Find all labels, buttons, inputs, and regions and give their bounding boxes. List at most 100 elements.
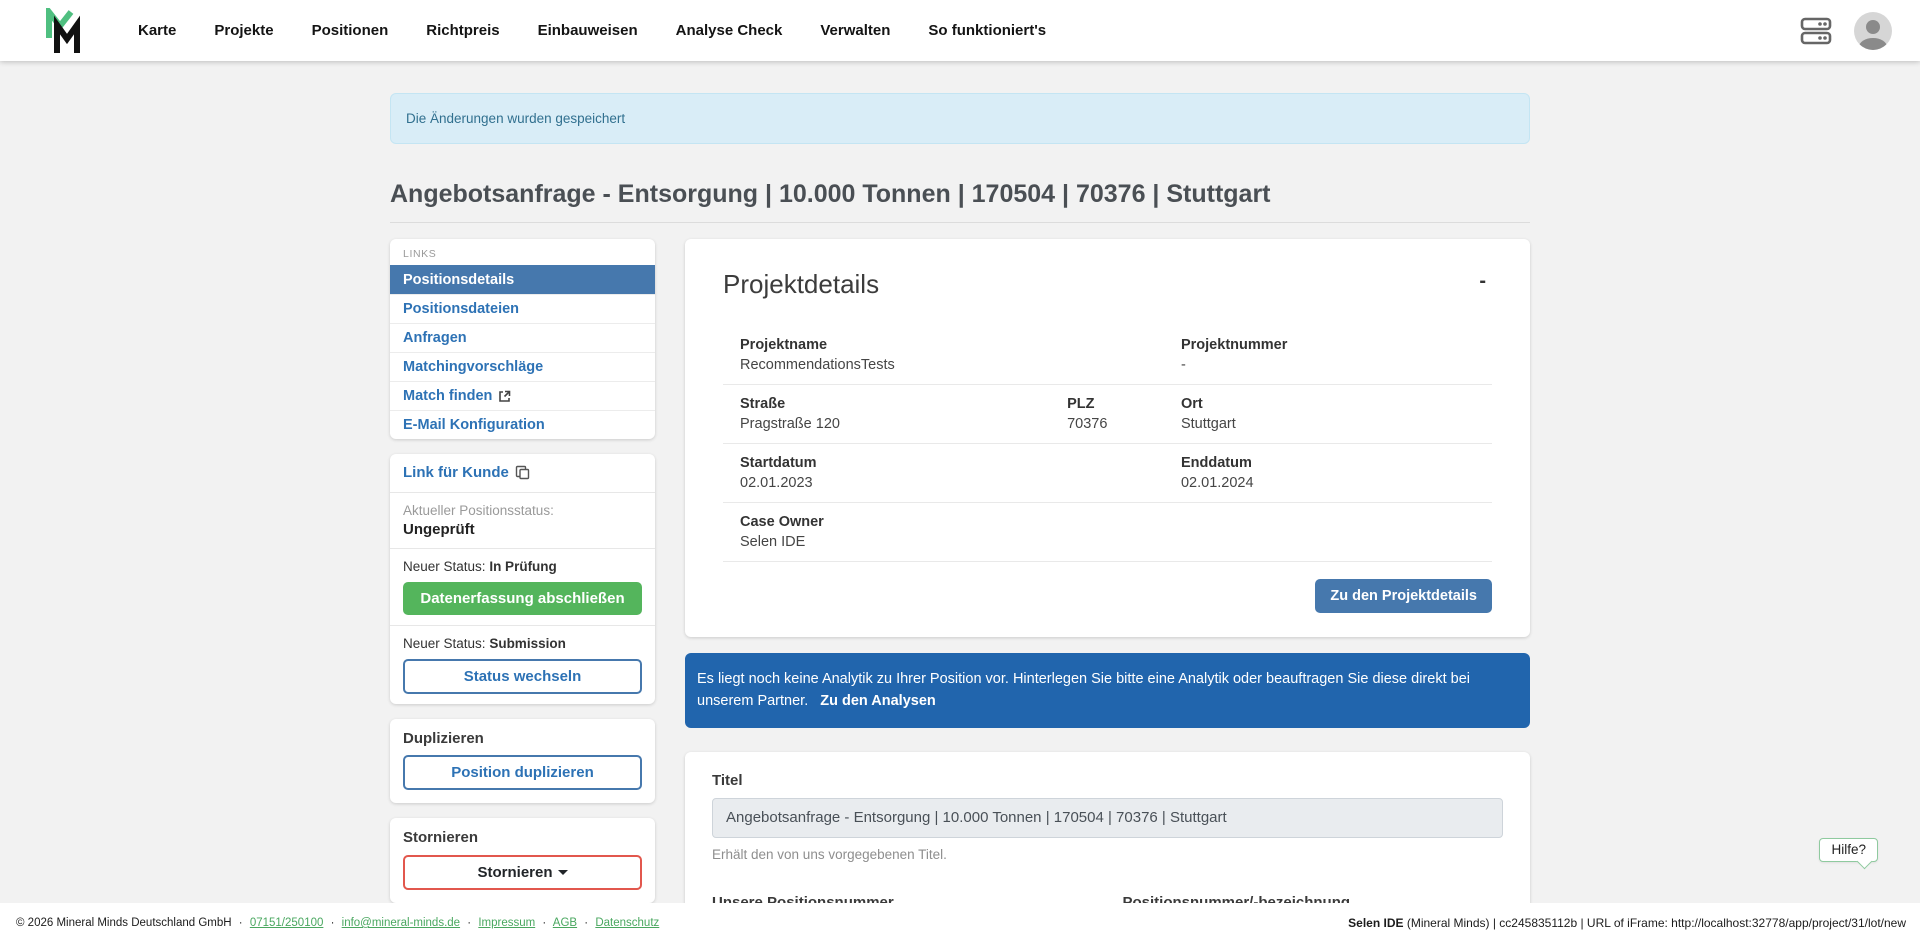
topbar: Karte Projekte Positionen Richtpreis Ein…: [0, 0, 1920, 61]
nav-item-verwalten[interactable]: Verwalten: [820, 22, 890, 39]
field-label: Startdatum: [740, 455, 1181, 471]
switch-status-button[interactable]: Status wechseln: [403, 659, 642, 694]
nav-item-analyse-check[interactable]: Analyse Check: [676, 22, 783, 39]
sidebar-item-positionsdetails[interactable]: Positionsdetails: [390, 265, 655, 294]
footer-separator: ·: [542, 917, 546, 929]
sidebar-item-label: Matchingvorschläge: [403, 359, 543, 375]
sidebar-item-anfragen[interactable]: Anfragen: [390, 323, 655, 352]
project-details-table: Projektname RecommendationsTests Projekt…: [723, 326, 1492, 562]
cancel-card: Stornieren Stornieren: [390, 818, 655, 903]
field-value: 02.01.2024: [1181, 475, 1475, 491]
topbar-right: [1800, 12, 1892, 50]
new-status-line-1: Neuer Status: In Prüfung: [403, 559, 642, 574]
external-link-icon: [498, 390, 511, 403]
nav-item-so-funktionierts[interactable]: So funktioniert's: [928, 22, 1046, 39]
server-icon[interactable]: [1800, 17, 1832, 45]
project-details-card: Projektdetails - Projektname Recommendat…: [685, 239, 1530, 637]
session-user: Selen IDE: [1348, 916, 1403, 930]
titel-field-group: Titel Erhält den von uns vorgegebenen Ti…: [712, 772, 1503, 862]
duplicate-position-button[interactable]: Position duplizieren: [403, 755, 642, 790]
caret-down-icon: [558, 870, 568, 875]
sidebar-item-email-konfiguration[interactable]: E-Mail Konfiguration: [390, 410, 655, 439]
help-button[interactable]: Hilfe?: [1819, 838, 1878, 862]
cancel-dropdown-button[interactable]: Stornieren: [403, 855, 642, 890]
field-value: Stuttgart: [1181, 416, 1475, 432]
main-content: Projektdetails - Projektname Recommendat…: [685, 239, 1530, 943]
current-status-value: Ungeprüft: [403, 521, 642, 538]
links-card: LINKS Positionsdetails Positionsdateien …: [390, 239, 655, 439]
copyright-text: © 2026 Mineral Minds Deutschland GmbH: [16, 917, 232, 929]
table-row: Projektname RecommendationsTests Projekt…: [723, 326, 1492, 385]
field-label: Projektname: [740, 337, 1181, 353]
nav-item-positionen[interactable]: Positionen: [312, 22, 389, 39]
footer-left: © 2026 Mineral Minds Deutschland GmbH · …: [16, 917, 659, 929]
sidebar-item-match-finden[interactable]: Match finden: [390, 381, 655, 410]
nav-item-richtpreis[interactable]: Richtpreis: [426, 22, 499, 39]
nav-item-karte[interactable]: Karte: [138, 22, 176, 39]
new-status-label: Neuer Status:: [403, 636, 486, 651]
footer-separator: ·: [331, 917, 335, 929]
field-label: Case Owner: [740, 514, 1181, 530]
table-row: Straße Pragstraße 120 PLZ 70376 Ort Stut…: [723, 385, 1492, 444]
nav-item-projekte[interactable]: Projekte: [214, 22, 273, 39]
sidebar-item-label: Anfragen: [403, 330, 467, 346]
left-sidebar: LINKS Positionsdetails Positionsdateien …: [390, 239, 655, 903]
field-value: 02.01.2023: [740, 475, 1181, 491]
new-status-value: Submission: [489, 636, 566, 651]
main-nav: Karte Projekte Positionen Richtpreis Ein…: [138, 22, 1046, 39]
go-to-analyses-link[interactable]: Zu den Analysen: [820, 693, 935, 709]
field-label: Projektnummer: [1181, 337, 1475, 353]
session-info: Selen IDE (Mineral Minds) | cc245835112b…: [1348, 916, 1906, 930]
collapse-card-button[interactable]: -: [1473, 269, 1492, 293]
table-row: Case Owner Selen IDE: [723, 503, 1492, 562]
sidebar-item-label: Match finden: [403, 388, 492, 404]
field-value: RecommendationsTests: [740, 357, 1181, 373]
titel-help-text: Erhält den von uns vorgegebenen Titel.: [712, 847, 1503, 862]
complete-data-entry-button[interactable]: Datenerfassung abschließen: [403, 582, 642, 615]
status-card: Link für Kunde Aktueller Positionsstatus…: [390, 454, 655, 704]
footer-link-agb[interactable]: AGB: [553, 917, 577, 929]
field-label: PLZ: [1067, 396, 1181, 412]
duplicate-heading: Duplizieren: [403, 730, 642, 747]
footer: © 2026 Mineral Minds Deutschland GmbH · …: [0, 903, 1920, 943]
titel-input: [712, 798, 1503, 838]
analytics-banner: Es liegt noch keine Analytik zu Ihrer Po…: [685, 653, 1530, 728]
mineral-minds-logo-icon: [44, 8, 86, 54]
field-label: Enddatum: [1181, 455, 1475, 471]
footer-link-email[interactable]: info@mineral-minds.de: [342, 917, 460, 929]
table-row: Startdatum 02.01.2023 Enddatum 02.01.202…: [723, 444, 1492, 503]
analytics-banner-text: Es liegt noch keine Analytik zu Ihrer Po…: [697, 671, 1470, 709]
duplicate-card: Duplizieren Position duplizieren: [390, 719, 655, 803]
app-viewport: Karte Projekte Positionen Richtpreis Ein…: [0, 0, 1920, 943]
field-label: Straße: [740, 396, 1067, 412]
sidebar-item-label: Positionsdateien: [403, 301, 519, 317]
copy-icon: [515, 465, 530, 480]
new-status-label: Neuer Status:: [403, 559, 486, 574]
field-value: 70376: [1067, 416, 1181, 432]
go-to-project-details-button[interactable]: Zu den Projektdetails: [1315, 579, 1492, 613]
cancel-button-label: Stornieren: [477, 864, 552, 881]
customer-link[interactable]: Link für Kunde: [403, 464, 530, 481]
user-avatar[interactable]: [1854, 12, 1892, 50]
field-value: Pragstraße 120: [740, 416, 1067, 432]
sidebar-item-positionsdateien[interactable]: Positionsdateien: [390, 294, 655, 323]
footer-link-phone[interactable]: 07151/250100: [250, 917, 324, 929]
sidebar-item-matchingvorschlaege[interactable]: Matchingvorschläge: [390, 352, 655, 381]
field-value: Selen IDE: [740, 534, 1181, 550]
new-status-line-2: Neuer Status: Submission: [403, 636, 642, 651]
content-area: Die Änderungen wurden gespeichert Angebo…: [0, 61, 1920, 943]
save-success-alert: Die Änderungen wurden gespeichert: [390, 93, 1530, 144]
links-header: LINKS: [390, 239, 655, 265]
footer-separator: ·: [239, 917, 243, 929]
field-value: -: [1181, 357, 1475, 373]
sidebar-item-label: E-Mail Konfiguration: [403, 417, 545, 433]
avatar-head-icon: [1866, 20, 1880, 34]
footer-separator: ·: [584, 917, 588, 929]
footer-link-datenschutz[interactable]: Datenschutz: [595, 917, 659, 929]
page-title: Angebotsanfrage - Entsorgung | 10.000 To…: [390, 180, 1530, 223]
footer-link-impressum[interactable]: Impressum: [478, 917, 535, 929]
field-label: Ort: [1181, 396, 1475, 412]
project-details-title: Projektdetails: [723, 269, 879, 300]
customer-link-label: Link für Kunde: [403, 464, 509, 481]
nav-item-einbauweisen[interactable]: Einbauweisen: [538, 22, 638, 39]
